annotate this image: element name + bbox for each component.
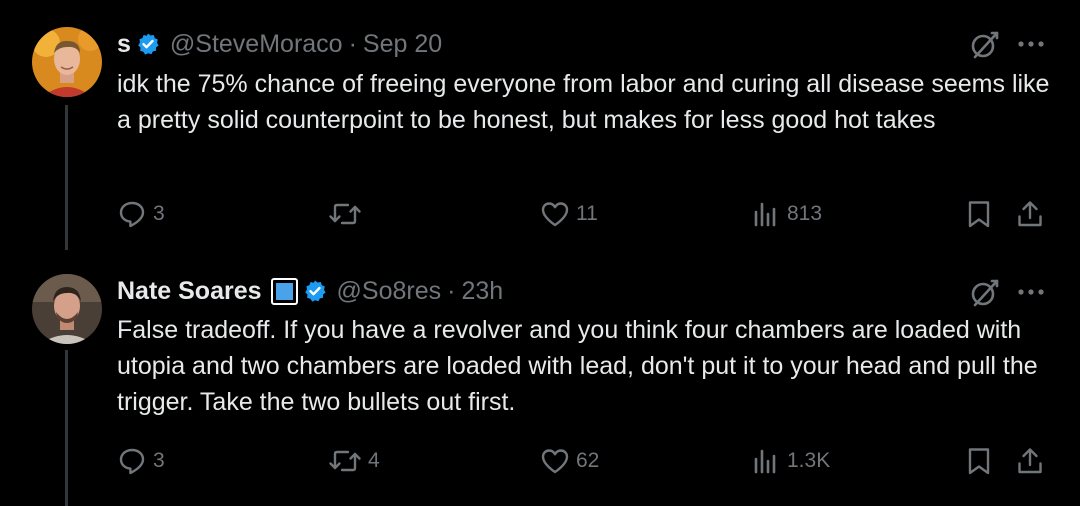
views-icon <box>754 202 776 227</box>
views-count: 1.3K <box>787 449 831 472</box>
action-bar: 3 11 813 <box>0 194 1080 234</box>
retweet-button[interactable] <box>328 194 368 234</box>
tweet[interactable]: s @SteveMoraco · Sep 20 idk the 75% chan… <box>0 0 1080 250</box>
like-count: 62 <box>576 449 600 472</box>
like-button[interactable]: 11 <box>540 194 598 234</box>
reply-count: 3 <box>153 449 165 472</box>
author-handle[interactable]: @SteveMoraco <box>170 30 343 59</box>
tweet[interactable]: Nate Soares @So8res · 23h False tradeoff… <box>0 250 1080 506</box>
author-name[interactable]: Nate Soares <box>117 277 262 306</box>
bookmark-icon <box>968 201 990 228</box>
bookmark-button[interactable] <box>964 441 994 481</box>
reply-button[interactable]: 3 <box>117 441 165 481</box>
author-name[interactable]: s <box>117 30 131 59</box>
action-bar: 3 4 62 1.3K <box>0 441 1080 481</box>
author-handle[interactable]: @So8res <box>337 277 442 306</box>
more-icon[interactable] <box>1016 27 1046 61</box>
retweet-count: 4 <box>368 449 380 472</box>
timestamp[interactable]: 23h <box>461 277 503 306</box>
views-count: 813 <box>787 202 823 225</box>
share-button[interactable] <box>1015 194 1045 234</box>
separator-dot: · <box>348 29 357 58</box>
share-icon <box>1018 201 1042 227</box>
tweet-text: idk the 75% chance of freeing everyone f… <box>117 70 1050 134</box>
separator-dot: · <box>447 276 456 305</box>
reply-thread: s @SteveMoraco · Sep 20 idk the 75% chan… <box>0 0 1080 506</box>
heart-icon <box>541 202 569 227</box>
more-icon[interactable] <box>1016 275 1046 309</box>
views-button[interactable]: 1.3K <box>751 441 830 481</box>
grok-icon[interactable] <box>968 275 1002 309</box>
avatar[interactable] <box>32 274 102 344</box>
reply-count: 3 <box>153 202 165 225</box>
share-icon <box>1018 448 1042 474</box>
bookmark-button[interactable] <box>964 194 994 234</box>
verified-badge-icon[interactable] <box>303 279 327 303</box>
views-button[interactable]: 813 <box>751 194 822 234</box>
share-button[interactable] <box>1015 441 1045 481</box>
thread-line <box>65 350 68 506</box>
grok-icon[interactable] <box>968 27 1002 61</box>
timestamp[interactable]: Sep 20 <box>363 30 442 59</box>
affiliate-badge-icon[interactable] <box>270 277 298 305</box>
like-count: 11 <box>576 202 598 225</box>
views-icon <box>754 449 776 474</box>
reply-button[interactable]: 3 <box>117 194 165 234</box>
tweet-text: False tradeoff. If you have a revolver a… <box>117 316 1038 416</box>
retweet-icon <box>329 450 361 472</box>
heart-icon <box>541 449 569 474</box>
avatar[interactable] <box>32 27 102 97</box>
bookmark-icon <box>968 448 990 475</box>
like-button[interactable]: 62 <box>540 441 599 481</box>
retweet-icon <box>329 203 361 225</box>
retweet-button[interactable]: 4 <box>328 441 380 481</box>
tweet-header: s @SteveMoraco · Sep 20 <box>117 28 442 60</box>
tweet-header: Nate Soares @So8res · 23h <box>117 275 503 307</box>
verified-badge-icon[interactable] <box>136 32 160 56</box>
reply-icon <box>119 201 145 228</box>
reply-icon <box>119 448 145 475</box>
